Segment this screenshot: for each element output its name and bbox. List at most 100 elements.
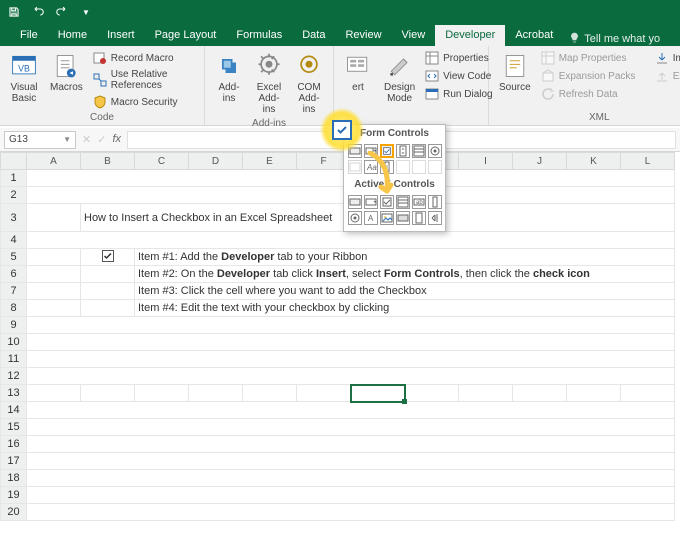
- form-listbox-icon[interactable]: [412, 144, 426, 158]
- tab-formulas[interactable]: Formulas: [226, 25, 292, 46]
- row-header[interactable]: 2: [1, 187, 27, 204]
- tab-page-layout[interactable]: Page Layout: [145, 25, 227, 46]
- expansion-packs-button[interactable]: Expansion Packs: [539, 68, 649, 84]
- ax-togglebutton-icon[interactable]: [396, 211, 410, 225]
- tab-view[interactable]: View: [392, 25, 436, 46]
- col-header[interactable]: C: [135, 153, 189, 170]
- cell[interactable]: Item #1: Add the Developer tab to your R…: [135, 249, 675, 266]
- tab-data[interactable]: Data: [292, 25, 335, 46]
- tab-file[interactable]: File: [10, 25, 48, 46]
- ax-combobox-icon[interactable]: [364, 195, 378, 209]
- redo-icon[interactable]: [54, 4, 70, 20]
- form-groupbox-icon[interactable]: [348, 160, 362, 174]
- name-box-dropdown-icon[interactable]: ▼: [63, 135, 71, 144]
- visual-basic-button[interactable]: VB Visual Basic: [6, 50, 42, 106]
- row-header[interactable]: 9: [1, 317, 27, 334]
- ax-spinbutton-icon[interactable]: [412, 211, 426, 225]
- refresh-data-button[interactable]: Refresh Data: [539, 86, 649, 102]
- excel-addins-button[interactable]: Excel Add-ins: [251, 50, 287, 117]
- form-optionbutton-icon[interactable]: [428, 144, 442, 158]
- cell[interactable]: Item #4: Edit the text with your checkbo…: [135, 300, 675, 317]
- form-checkbox-icon[interactable]: [380, 144, 394, 158]
- form-scrollbar-icon[interactable]: [380, 160, 394, 174]
- form-combobox-icon[interactable]: [364, 144, 378, 158]
- row-header[interactable]: 10: [1, 334, 27, 351]
- col-header[interactable]: K: [567, 153, 621, 170]
- ax-optionbutton-icon[interactable]: [348, 211, 362, 225]
- row-header[interactable]: 20: [1, 504, 27, 521]
- col-header[interactable]: L: [621, 153, 675, 170]
- qat-customize-icon[interactable]: ▼: [78, 4, 94, 20]
- col-header[interactable]: B: [81, 153, 135, 170]
- tab-insert[interactable]: Insert: [97, 25, 145, 46]
- com-addins-button[interactable]: COM Add-ins: [291, 50, 327, 117]
- cell[interactable]: Item #3: Click the cell where you want t…: [135, 283, 675, 300]
- tab-developer[interactable]: Developer: [435, 25, 505, 46]
- undo-icon[interactable]: [30, 4, 46, 20]
- row-header[interactable]: 18: [1, 470, 27, 487]
- cancel-formula-icon[interactable]: ✕: [82, 133, 91, 146]
- row-header[interactable]: 14: [1, 402, 27, 419]
- col-header[interactable]: E: [243, 153, 297, 170]
- fx-icon[interactable]: fx: [112, 133, 121, 146]
- addins-button[interactable]: Add- ins: [211, 50, 247, 106]
- col-header[interactable]: D: [189, 153, 243, 170]
- macros-button[interactable]: Macros: [46, 50, 87, 95]
- tab-home[interactable]: Home: [48, 25, 97, 46]
- row-header[interactable]: 6: [1, 266, 27, 283]
- activex-controls-header: ActiveX Controls: [344, 176, 445, 193]
- select-all-corner[interactable]: [1, 153, 27, 170]
- worksheet-grid[interactable]: A B C D E F G H I J K L 1 2 3 How to Ins…: [0, 152, 680, 555]
- row-header[interactable]: 15: [1, 419, 27, 436]
- row-header[interactable]: 11: [1, 351, 27, 368]
- row-header[interactable]: 19: [1, 487, 27, 504]
- row-header[interactable]: 8: [1, 300, 27, 317]
- col-header[interactable]: I: [459, 153, 513, 170]
- svg-text:A: A: [368, 214, 374, 223]
- row-header[interactable]: 12: [1, 368, 27, 385]
- tab-acrobat[interactable]: Acrobat: [505, 25, 563, 46]
- row-header[interactable]: 3: [1, 204, 27, 232]
- row-header[interactable]: 17: [1, 453, 27, 470]
- tab-review[interactable]: Review: [335, 25, 391, 46]
- col-header[interactable]: A: [27, 153, 81, 170]
- form-label-icon[interactable]: Aa: [364, 160, 378, 174]
- design-mode-button[interactable]: Design Mode: [380, 50, 419, 106]
- ax-morecontrols-icon[interactable]: [428, 211, 442, 225]
- ax-listbox-icon[interactable]: [396, 195, 410, 209]
- ax-image-icon[interactable]: [380, 211, 394, 225]
- ax-commandbutton-icon[interactable]: [348, 195, 362, 209]
- row-header[interactable]: 1: [1, 170, 27, 187]
- view-code-icon: [425, 69, 439, 83]
- map-properties-button[interactable]: Map Properties: [539, 50, 649, 66]
- ax-label-icon[interactable]: A: [364, 211, 378, 225]
- checkbox-icon[interactable]: [102, 250, 114, 262]
- tell-me[interactable]: Tell me what yo: [569, 32, 660, 46]
- ax-checkbox-icon[interactable]: [380, 195, 394, 209]
- use-relative-references-button[interactable]: Use Relative References: [91, 68, 201, 92]
- insert-control-button[interactable]: ert: [340, 50, 376, 95]
- row-header[interactable]: 13: [1, 385, 27, 402]
- col-header[interactable]: J: [513, 153, 567, 170]
- row-header[interactable]: 4: [1, 232, 27, 249]
- svg-text:VB: VB: [18, 63, 30, 73]
- import-button[interactable]: Import: [653, 50, 680, 66]
- save-icon[interactable]: [6, 4, 22, 20]
- row-header[interactable]: 7: [1, 283, 27, 300]
- source-icon: [501, 52, 529, 80]
- cell[interactable]: Item #2: On the Developer tab click Inse…: [135, 266, 675, 283]
- name-box[interactable]: G13 ▼: [4, 131, 76, 149]
- source-button[interactable]: Source: [495, 50, 535, 95]
- macro-security-button[interactable]: Macro Security: [91, 94, 201, 110]
- cell-checkbox[interactable]: [81, 249, 135, 266]
- enter-formula-icon[interactable]: ✓: [97, 133, 106, 146]
- form-spinner-icon[interactable]: [396, 144, 410, 158]
- selected-cell[interactable]: [351, 385, 405, 402]
- export-button[interactable]: Export: [653, 68, 680, 84]
- record-macro-button[interactable]: Record Macro: [91, 50, 201, 66]
- form-button-icon[interactable]: [348, 144, 362, 158]
- ax-scrollbar-icon[interactable]: [428, 195, 442, 209]
- row-header[interactable]: 16: [1, 436, 27, 453]
- ax-textbox-icon[interactable]: ab: [412, 195, 426, 209]
- row-header[interactable]: 5: [1, 249, 27, 266]
